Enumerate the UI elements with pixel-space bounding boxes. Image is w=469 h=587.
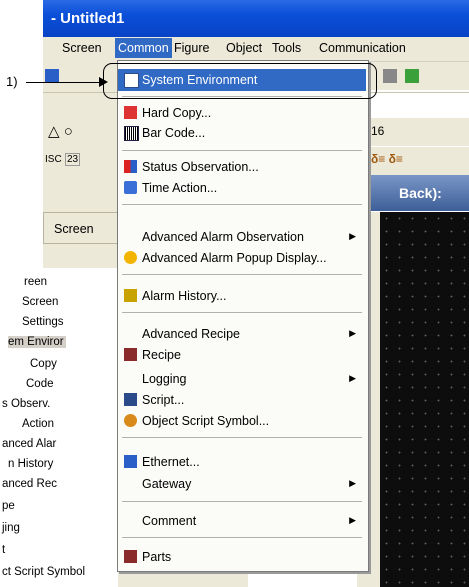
tree-item[interactable]: Settings xyxy=(22,316,64,328)
menu-item-comment[interactable]: Comment ▶ xyxy=(118,510,366,532)
menu-figure[interactable]: Figure xyxy=(174,41,209,55)
menu-item-gateway[interactable]: Gateway ▶ xyxy=(118,473,366,495)
window-title: - Untitled1 xyxy=(51,10,125,27)
tree-item[interactable]: pe xyxy=(2,500,15,512)
shape-line-icon[interactable]: △ ○ xyxy=(48,122,73,140)
submenu-arrow-icon: ▶ xyxy=(349,478,356,488)
time-action-icon xyxy=(124,181,137,194)
tree-item[interactable]: Screen xyxy=(22,296,58,308)
menu-separator xyxy=(122,312,362,313)
menu-screen[interactable]: Screen xyxy=(62,41,102,55)
submenu-arrow-icon: ▶ xyxy=(349,373,356,383)
drawing-canvas[interactable] xyxy=(380,212,469,587)
object-script-icon xyxy=(124,414,137,427)
callout-highlight-box xyxy=(103,63,377,99)
tree-item[interactable]: Code xyxy=(26,378,54,390)
menu-item-script[interactable]: Script... xyxy=(118,389,366,411)
tree-item[interactable]: s Observ. xyxy=(2,398,50,410)
menu-bar: Screen Common Figure Object Tools Commun… xyxy=(43,37,469,62)
menu-item-alarm-history[interactable]: Alarm History... xyxy=(118,285,366,307)
callout-arrow-icon xyxy=(99,77,108,87)
tree-item[interactable]: Action xyxy=(22,418,54,430)
print-icon[interactable] xyxy=(383,69,397,83)
parts-icon xyxy=(124,550,137,563)
alarm-history-icon xyxy=(124,289,137,302)
menu-separator xyxy=(122,150,362,151)
tree-item[interactable]: anced Rec xyxy=(2,478,57,490)
tree-item[interactable]: anced Alar xyxy=(2,438,56,450)
menu-item-time-action[interactable]: Time Action... xyxy=(118,177,366,199)
hard-copy-icon xyxy=(124,106,137,119)
menu-item-advanced-recipe[interactable]: Advanced Recipe ▶ xyxy=(118,323,366,345)
menu-common[interactable]: Common xyxy=(115,38,172,58)
bar-code-icon xyxy=(124,126,139,141)
menu-separator xyxy=(122,501,362,502)
callout-line xyxy=(26,82,100,83)
menu-tools[interactable]: Tools xyxy=(272,41,301,55)
menu-item-hard-copy[interactable]: Hard Copy... xyxy=(118,102,366,124)
submenu-arrow-icon: ▶ xyxy=(349,231,356,241)
menu-item-object-script-symbol[interactable]: Object Script Symbol... xyxy=(118,410,366,432)
panel-title-bar: Back): xyxy=(357,175,469,211)
project-tree: reen Screen Settings em Enviror Copy Cod… xyxy=(0,268,118,587)
tree-item[interactable]: Copy xyxy=(30,358,57,370)
panel-title: Back): xyxy=(399,185,442,201)
recipe-icon xyxy=(124,348,137,361)
screen-tab[interactable]: Screen xyxy=(43,212,120,244)
submenu-arrow-icon: ▶ xyxy=(349,515,356,525)
menu-separator xyxy=(122,537,362,538)
menu-item-ethernet[interactable]: Ethernet... xyxy=(118,451,366,473)
menu-item-advanced-alarm-observation[interactable]: Advanced Alarm Observation ▶ xyxy=(118,226,366,248)
ethernet-icon xyxy=(124,455,137,468)
alarm-popup-icon xyxy=(124,251,137,264)
callout-label: 1) xyxy=(6,74,18,89)
screen-tab-label: Screen xyxy=(54,222,94,236)
menu-item-bar-code[interactable]: Bar Code... xyxy=(118,122,366,144)
tree-item[interactable]: jing xyxy=(2,522,20,534)
menu-communication[interactable]: Communication xyxy=(319,41,406,55)
save-icon[interactable] xyxy=(45,69,59,83)
common-menu-dropdown: System Environment Hard Copy... Bar Code… xyxy=(117,60,369,572)
script-icon xyxy=(124,393,137,406)
title-bar: - Untitled1 xyxy=(43,0,469,37)
menu-separator xyxy=(122,204,362,205)
menu-item-parts[interactable]: Parts xyxy=(118,546,366,568)
zoom-value[interactable]: 16 xyxy=(371,124,384,138)
status-observation-icon xyxy=(124,160,137,173)
menu-separator xyxy=(122,437,362,438)
byte-icons[interactable]: δ≡ δ≡ xyxy=(371,152,403,166)
tree-item[interactable]: ct Script Symbol xyxy=(2,566,85,578)
number-icon[interactable]: 23 xyxy=(65,153,81,166)
menu-item-recipe[interactable]: Recipe xyxy=(118,344,366,366)
menu-item-logging[interactable]: Logging ▶ xyxy=(118,368,366,390)
esc-icon[interactable]: ISC xyxy=(45,154,62,165)
tree-item[interactable]: reen xyxy=(24,276,47,288)
tree-item[interactable]: n History xyxy=(8,458,53,470)
tree-item[interactable]: t xyxy=(2,544,5,556)
menu-item-status-observation[interactable]: Status Observation... xyxy=(118,156,366,178)
menu-item-advanced-alarm-popup[interactable]: Advanced Alarm Popup Display... xyxy=(118,247,366,269)
tree-item-selected[interactable]: em Enviror xyxy=(8,336,66,348)
pen-icon[interactable] xyxy=(405,69,419,83)
menu-separator xyxy=(122,274,362,275)
menu-object[interactable]: Object xyxy=(226,41,262,55)
submenu-arrow-icon: ▶ xyxy=(349,328,356,338)
